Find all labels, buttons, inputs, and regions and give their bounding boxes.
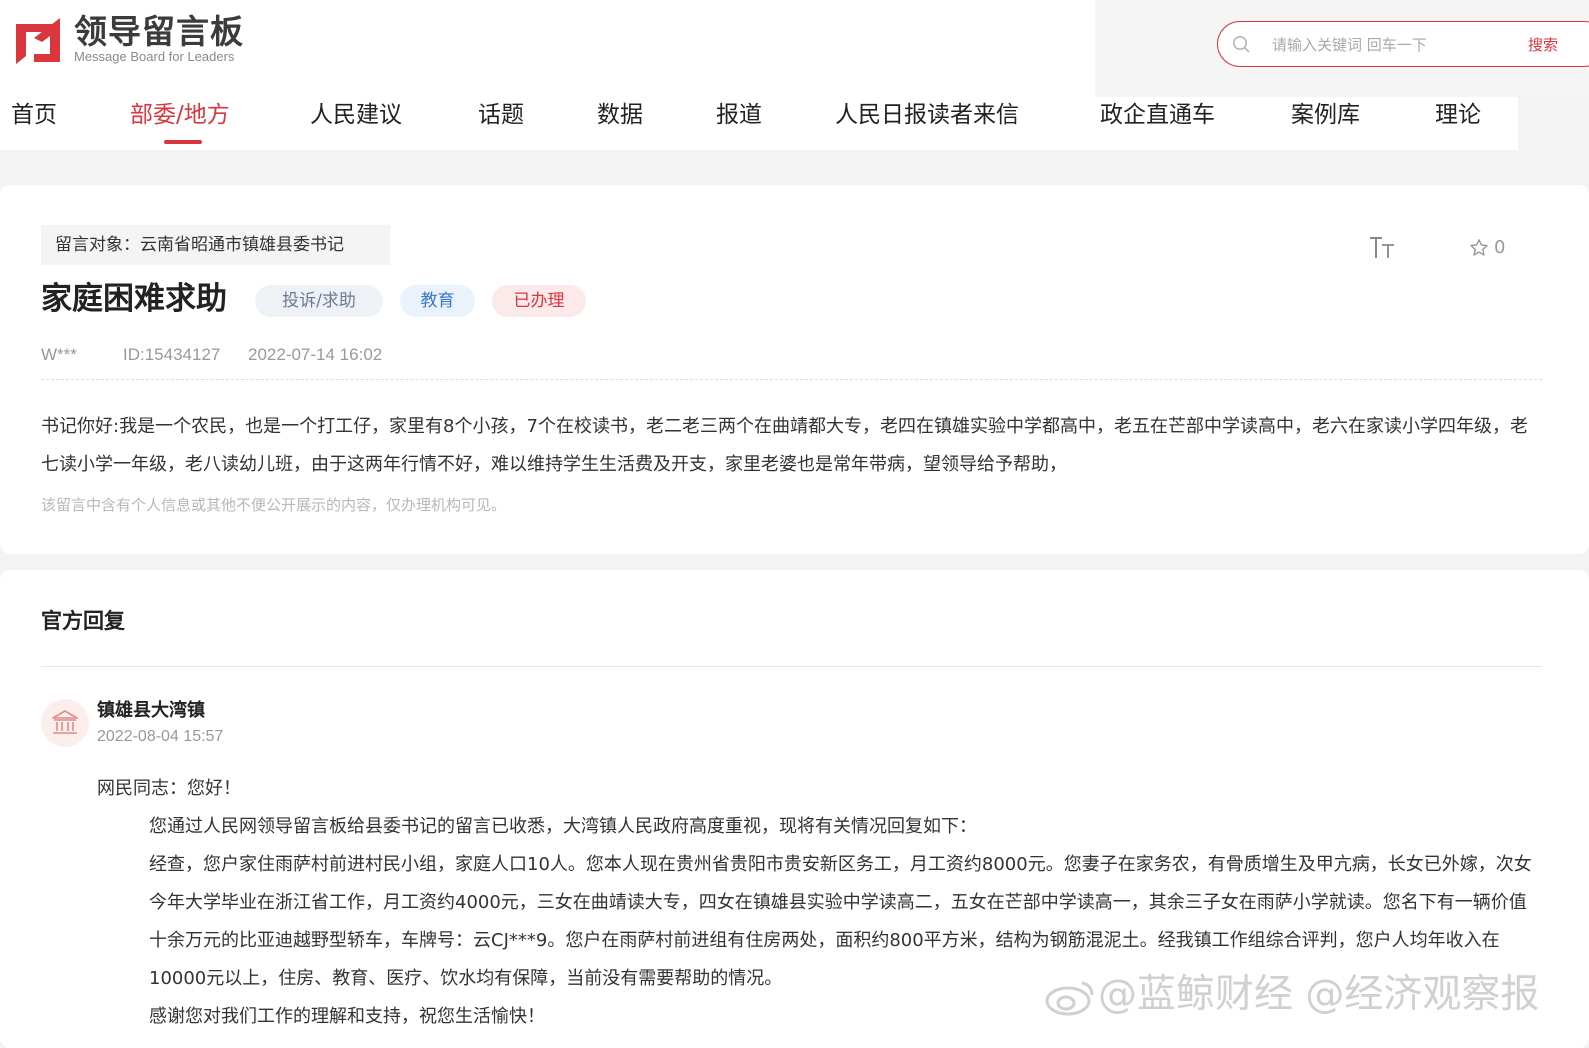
- reply-greeting: 网民同志：您好！: [97, 778, 241, 799]
- nav-item-topics[interactable]: 话题: [478, 97, 524, 134]
- nav-item-suggestions[interactable]: 人民建议: [310, 97, 402, 134]
- watermark: @蓝鲸财经 @经济观察报: [1044, 970, 1539, 1020]
- nav-item-home[interactable]: 首页: [11, 97, 57, 134]
- privacy-note: 该留言中含有个人信息或其他不便公开展示的内容，仅办理机构可见。: [41, 496, 507, 514]
- reply-heading: 官方回复: [41, 609, 125, 633]
- watermark-text: @蓝鲸财经 @经济观察报: [1098, 972, 1540, 1017]
- divider: [41, 379, 1542, 380]
- message-body: 书记你好:我是一个农民，也是一个打工仔，家里有8个小孩，7个在校读书，老二老三两…: [41, 416, 1528, 475]
- site-logo[interactable]: 领导留言板 Message Board for Leaders: [12, 14, 244, 66]
- search-button[interactable]: 搜索: [1528, 34, 1558, 55]
- font-size-icon[interactable]: [1368, 235, 1396, 261]
- message-title: 家庭困难求助: [41, 281, 227, 317]
- reply-time: 2022-08-04 15:57: [97, 728, 224, 745]
- nav-active-indicator: [164, 140, 202, 144]
- search-input[interactable]: [1270, 30, 1504, 60]
- nav-item-departments[interactable]: 部委/地方: [130, 97, 230, 134]
- logo-title: 领导留言板: [74, 12, 244, 51]
- message-user: W***: [41, 345, 77, 364]
- nav-item-reports[interactable]: 报道: [716, 97, 762, 134]
- logo-icon: [12, 14, 64, 66]
- topic-badge[interactable]: 教育: [400, 285, 475, 317]
- message-time: 2022-07-14 16:02: [248, 345, 383, 364]
- divider: [41, 666, 1542, 667]
- government-building-icon: [52, 710, 78, 734]
- nav-item-data[interactable]: 数据: [597, 97, 643, 134]
- search-icon: [1232, 35, 1250, 53]
- weibo-icon: [1045, 981, 1094, 1015]
- search-box: 搜索: [1217, 21, 1589, 67]
- nav-item-cases[interactable]: 案例库: [1291, 97, 1360, 134]
- reply-org-name: 镇雄县大湾镇: [97, 700, 205, 721]
- logo-subtitle: Message Board for Leaders: [74, 49, 235, 64]
- message-id: ID:15434127: [123, 345, 221, 364]
- message-target: 留言对象：云南省昭通市镇雄县委书记: [41, 225, 390, 265]
- status-badge: 已办理: [492, 285, 586, 317]
- category-badge[interactable]: 投诉/求助: [255, 285, 383, 317]
- nav-item-letters[interactable]: 人民日报读者来信: [835, 97, 1019, 134]
- main-nav: 首页 部委/地方 人民建议 话题 数据 报道 人民日报读者来信 政企直通车 案例…: [0, 97, 1518, 150]
- nav-item-theory[interactable]: 理论: [1435, 97, 1481, 134]
- avatar: [41, 699, 89, 747]
- nav-item-business[interactable]: 政企直通车: [1100, 97, 1215, 134]
- star-icon[interactable]: [1469, 238, 1489, 258]
- favorite-count: 0: [1494, 237, 1506, 258]
- reply-paragraph: 您通过人民网领导留言板给县委书记的留言已收悉，大湾镇人民政府高度重视，现将有关情…: [149, 816, 977, 837]
